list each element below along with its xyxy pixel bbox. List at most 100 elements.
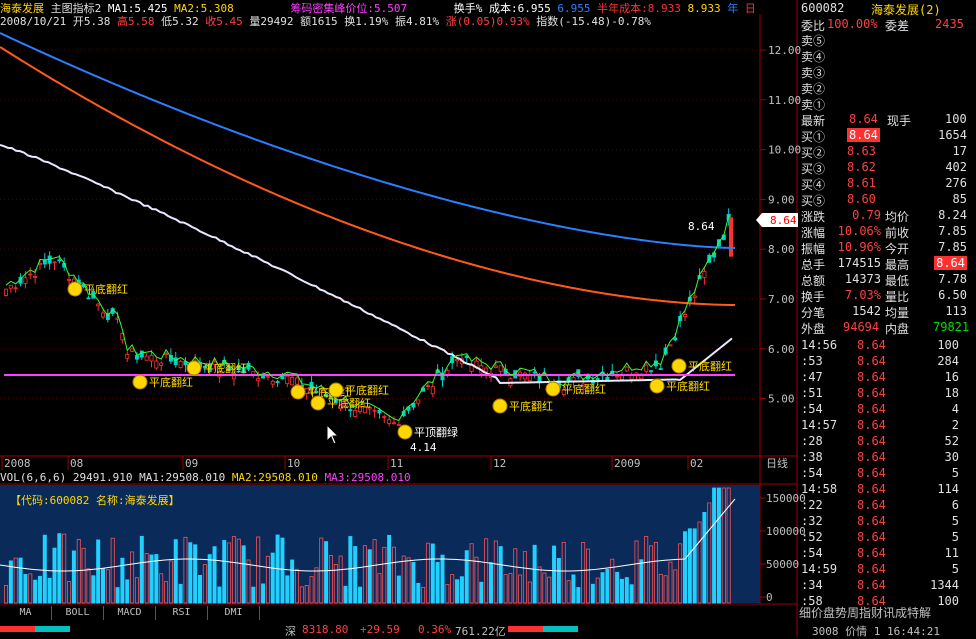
signal-smiley-icon [290,384,306,400]
volume-bar [469,543,474,604]
volume-bar [474,556,479,604]
time-axis-label: 02 [690,457,703,470]
price-axis-label: 7.00 [768,293,795,306]
time-axis-label: 11 [390,457,403,470]
tab-rsi[interactable]: RSI [156,606,208,620]
volume-bar [86,568,91,604]
candle-body [484,367,489,373]
tab-boll[interactable]: BOLL [52,606,104,620]
stat-value: 14373 [844,272,881,286]
volume-bar [518,574,523,604]
bar-info: 2008/10/21 开5.38 高5.58 低5.32 收5.45 量2949… [0,13,797,28]
volume-bar [159,573,164,604]
volume-bar [396,575,401,604]
volume-bar [479,581,484,604]
volume-bar [139,535,144,604]
low-price-label: 4.14 [410,441,437,454]
volume-bar [236,538,241,604]
volume-bar [716,487,721,604]
volume-bar [484,538,489,604]
last-candle [729,217,733,257]
tick-time: :53 [801,354,823,368]
stat-value: 7.85 [938,224,967,238]
bar-low: 低5.32 [161,15,199,28]
volume-bar [91,575,96,604]
sell-level-label: 卖④ [801,50,826,64]
buy-level-row[interactable]: 买④ 8.61 276 [799,176,969,192]
volume-bar [265,555,270,604]
signal-label: 平底翻红 [203,361,247,375]
volume-bar [455,579,460,604]
candle-body [396,424,401,426]
indicator-tabs: MA BOLL MACD RSI DMI [0,606,300,620]
sell-level-label: 卖② [801,82,826,96]
volume-bar [309,576,314,604]
vol-label: VOL(6,6,6) [0,471,67,484]
volume-bar [362,545,367,604]
tick-volume: 6 [951,498,959,512]
candle-body [290,376,295,386]
volume-bar [4,585,9,604]
tick-time: :28 [801,434,823,448]
candle-body [8,284,13,289]
tick-row: :52 8.64 5 [799,530,969,546]
sell-level-label: 卖③ [801,66,826,80]
candle-body [33,275,38,278]
tab-dmi[interactable]: DMI [208,606,260,620]
stock-title: 海泰发展(2) [871,3,941,17]
bar-amount: 额1615 [300,15,338,28]
volume-bar [697,521,702,604]
buy-level-row[interactable]: 买② 8.63 17 [799,144,969,160]
sell-level-label: 卖⑤ [801,34,826,48]
tab-macd[interactable]: MACD [104,606,156,620]
candle-body [164,353,169,356]
buy-level-price: 8.63 [847,144,876,158]
tick-row: :28 8.64 52 [799,434,969,450]
tick-row: :54 8.64 4 [799,402,969,418]
volume-bar [256,536,261,604]
mouse-cursor-icon [326,423,340,445]
volume-axis-label: 0 [766,591,773,604]
price-axis-label: 5.00 [768,393,795,406]
signal-smiley-icon [397,424,413,440]
stat-label: 量比 [885,290,910,304]
volume-bar [658,573,663,604]
tick-volume: 52 [944,434,959,448]
tick-row: :22 8.64 6 [799,498,969,514]
volume-bar [576,587,581,604]
volume-bar [231,536,236,604]
volume-bar [76,538,81,604]
buy-level-row[interactable]: 买⑤ 8.60 85 [799,192,969,208]
bar-open: 开5.38 [72,15,111,28]
tick-volume: 16 [944,370,959,384]
volume-bar [101,568,106,604]
sell-level-row: 卖② [799,80,969,96]
stat-label: 涨幅 [801,226,826,240]
volume-bar [668,561,673,604]
volume-bar [314,567,319,604]
volume-bar [81,547,86,604]
volume-bar [67,581,72,604]
candle-body [134,355,139,360]
tick-time: 14:59 [801,562,838,576]
volume-axis-label: 50000 [766,558,799,571]
volume-bar [197,574,202,604]
tick-price: 8.64 [857,434,886,448]
quote-bottom-tabs[interactable]: 细价盘势周指财讯成特解 [799,604,969,620]
signal-label: 平底翻红 [666,379,710,393]
tick-price: 8.64 [857,386,886,400]
volume-bar [33,579,38,604]
buy-level-row[interactable]: 买③ 8.62 402 [799,160,969,176]
volume-bar [13,557,18,604]
buy-level-row[interactable]: 买① 8.64 1654 [799,128,969,144]
candle-body [702,270,707,278]
buy-level-label: 买③ [801,162,826,176]
sell-level-row: 卖① [799,96,969,112]
bar-turnover: 换1.19% [344,15,389,28]
tick-price: 8.64 [857,450,886,464]
volume-bar [134,577,139,604]
candle-body [391,422,396,425]
stat-label: 涨跌 [801,210,826,224]
candle-body [493,365,498,369]
tab-ma[interactable]: MA [0,606,52,620]
